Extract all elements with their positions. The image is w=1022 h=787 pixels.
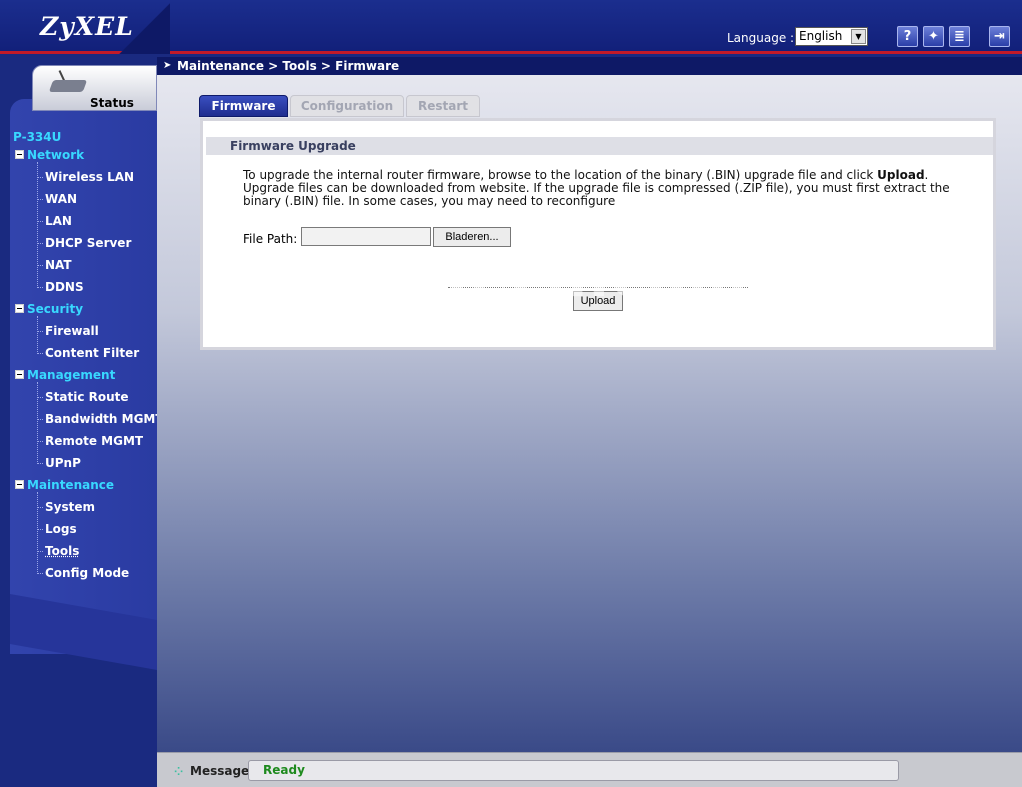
language-label: Language : (727, 31, 795, 45)
sidebar-section-security[interactable]: Security (15, 302, 83, 316)
desc-text: To upgrade the internal router firmware,… (243, 168, 878, 182)
message-icon: ⁘ (174, 765, 184, 778)
tree-line (37, 221, 43, 222)
browse-button[interactable]: Bladeren... (433, 227, 511, 247)
logout-icon[interactable]: ⇥ (989, 26, 1010, 47)
sidebar-item-bandwidth-mgmt[interactable]: Bandwidth MGMT (45, 412, 164, 426)
arrow-icon: ➤ (163, 60, 172, 71)
sidebar-item-system[interactable]: System (45, 500, 95, 514)
device-name[interactable]: P-334U (13, 130, 61, 144)
message-text: Ready (263, 763, 305, 777)
tree-line (37, 287, 43, 288)
sidebar-item-wan[interactable]: WAN (45, 192, 77, 206)
collapse-icon (15, 304, 24, 313)
sidebar-item-wireless-lan[interactable]: Wireless LAN (45, 170, 134, 184)
sidebar-section-label: Management (27, 368, 116, 382)
tree-line (37, 382, 38, 464)
collapse-icon (15, 370, 24, 379)
sidebar-section-label: Network (27, 148, 85, 162)
file-path-input[interactable] (301, 227, 431, 246)
divider (448, 287, 748, 288)
sidebar-item-nat[interactable]: NAT (45, 258, 72, 272)
sidebar-item-tools[interactable]: Tools (45, 544, 79, 558)
file-path-label: File Path: (243, 232, 298, 246)
upgrade-description: To upgrade the internal router firmware,… (243, 169, 963, 208)
tree-line (37, 492, 38, 574)
tree-line (37, 507, 43, 508)
breadcrumb: Maintenance > Tools > Firmware (177, 59, 400, 73)
status-bar: ⁘ Message Ready (157, 752, 1022, 787)
wizard-icon[interactable]: ✦ (923, 26, 944, 47)
tree-line (37, 316, 38, 354)
sidebar-item-remote-mgmt[interactable]: Remote MGMT (45, 434, 143, 448)
section-header: Firmware Upgrade (206, 137, 993, 155)
sidebar-menu: P-334U Network Wireless LAN WAN LAN DHCP… (0, 0, 164, 787)
language-value: English (799, 29, 843, 43)
language-select[interactable]: English ▼ (795, 27, 868, 46)
main-content: Firmware Configuration Restart Firmware … (157, 75, 1022, 752)
firmware-panel: Firmware Upgrade To upgrade the internal… (200, 118, 996, 350)
tab-configuration[interactable]: Configuration (290, 95, 404, 117)
sidebar-item-upnp[interactable]: UPnP (45, 456, 81, 470)
help-icon[interactable]: ? (897, 26, 918, 47)
tree-line (37, 265, 43, 266)
sidebar-section-management[interactable]: Management (15, 368, 115, 382)
message-box: Ready (248, 760, 899, 781)
notes-icon[interactable]: ≣ (949, 26, 970, 47)
sidebar-item-config-mode[interactable]: Config Mode (45, 566, 129, 580)
tree-line (37, 177, 43, 178)
tree-line (37, 463, 43, 464)
sidebar-item-lan[interactable]: LAN (45, 214, 72, 228)
breadcrumb-bar: ➤ Maintenance > Tools > Firmware (157, 57, 1022, 75)
sidebar-item-logs[interactable]: Logs (45, 522, 77, 536)
tree-line (37, 331, 43, 332)
sidebar-item-static-route[interactable]: Static Route (45, 390, 129, 404)
tree-line (37, 243, 43, 244)
sidebar-section-network[interactable]: Network (15, 148, 84, 162)
sidebar-item-dhcp-server[interactable]: DHCP Server (45, 236, 131, 250)
tree-line (37, 353, 43, 354)
tree-line (37, 529, 43, 530)
tree-line (37, 397, 43, 398)
sidebar-item-ddns[interactable]: DDNS (45, 280, 84, 294)
desc-bold-upload: Upload (877, 168, 925, 182)
tree-line (37, 162, 38, 288)
message-label: Message (190, 764, 250, 778)
sidebar-item-firewall[interactable]: Firewall (45, 324, 99, 338)
tree-line (37, 551, 43, 552)
tree-line (37, 441, 43, 442)
collapse-icon (15, 480, 24, 489)
chevron-down-icon: ▼ (851, 29, 866, 44)
sidebar-section-label: Maintenance (27, 478, 115, 492)
section-title: Firmware Upgrade (230, 139, 356, 153)
sidebar-item-content-filter[interactable]: Content Filter (45, 346, 139, 360)
tab-firmware[interactable]: Firmware (199, 95, 288, 117)
tree-line (37, 419, 43, 420)
tree-line (37, 199, 43, 200)
collapse-icon (15, 150, 24, 159)
sidebar-section-maintenance[interactable]: Maintenance (15, 478, 114, 492)
upload-button[interactable]: Upload (573, 291, 623, 311)
sidebar-section-label: Security (27, 302, 84, 316)
tree-line (37, 573, 43, 574)
tab-restart[interactable]: Restart (406, 95, 480, 117)
